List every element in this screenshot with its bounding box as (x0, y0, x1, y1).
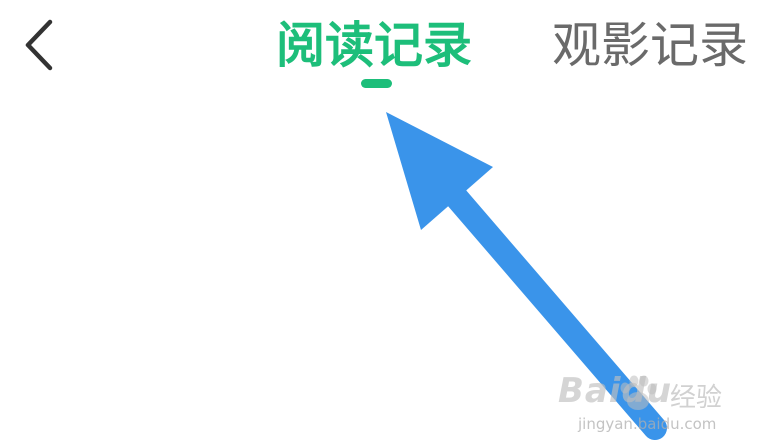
active-tab-indicator (361, 79, 392, 88)
paw-logo-icon (620, 375, 657, 410)
chevron-left-icon (25, 19, 53, 71)
tab-reading-history[interactable]: 阅读记录 (276, 12, 472, 80)
watermark-label: 经验 (670, 383, 723, 413)
watermark-brand: Baidu (558, 371, 673, 411)
screen: 阅读记录 观影记录 Baidu 经验 jingyan.baidu.com (0, 0, 758, 447)
tab-viewing-history[interactable]: 观影记录 (552, 12, 748, 80)
watermark-url: jingyan.baidu.com (578, 415, 717, 433)
watermark: Baidu 经验 jingyan.baidu.com (558, 371, 748, 441)
back-button[interactable] (14, 12, 66, 78)
